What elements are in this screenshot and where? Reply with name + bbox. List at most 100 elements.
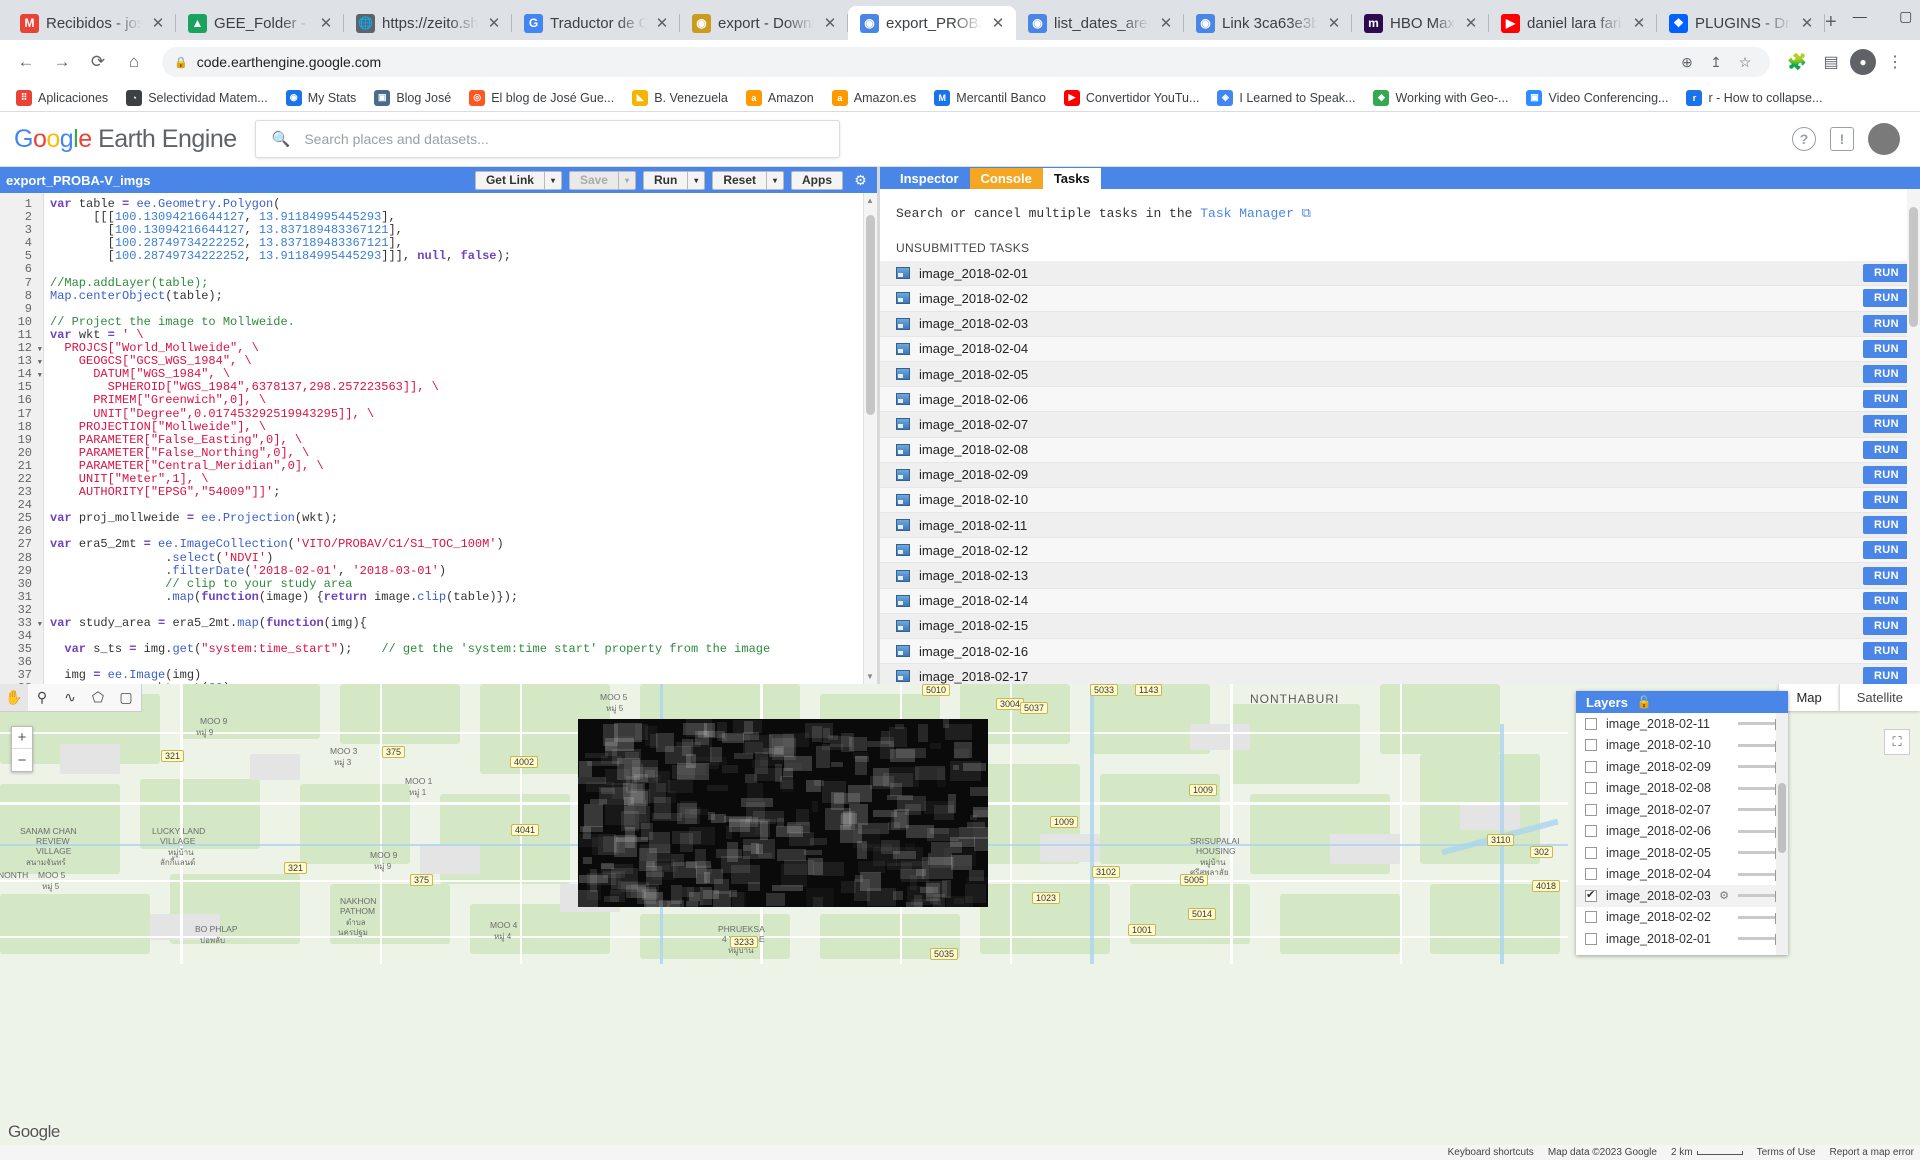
layer-checkbox[interactable] bbox=[1585, 825, 1597, 838]
browser-tab[interactable]: M Recibidos - jose ✕ bbox=[8, 6, 176, 40]
point-marker-icon[interactable]: ⚲ bbox=[28, 684, 56, 711]
task-row[interactable]: image_2018-02-17 RUN bbox=[880, 664, 1920, 684]
layers-scrollbar[interactable] bbox=[1776, 713, 1788, 955]
bookmark-item[interactable]: ▶ Convertidor YouTu... bbox=[1056, 87, 1208, 109]
task-run-button[interactable]: RUN bbox=[1862, 339, 1910, 358]
bookmark-item[interactable]: r r - How to collapse... bbox=[1678, 87, 1830, 109]
star-icon[interactable]: ☆ bbox=[1732, 49, 1758, 75]
code-line[interactable]: var study_area = era5_2mt.map(function(i… bbox=[50, 616, 877, 630]
task-row[interactable]: image_2018-02-15 RUN bbox=[880, 613, 1920, 639]
close-tab-button[interactable]: ✕ bbox=[317, 14, 335, 32]
home-button[interactable]: ⌂ bbox=[118, 46, 150, 78]
task-run-button[interactable]: RUN bbox=[1862, 642, 1910, 661]
bookmark-item[interactable]: ⠿ Aplicaciones bbox=[8, 87, 116, 109]
scroll-up-arrow[interactable]: ▲ bbox=[866, 196, 874, 205]
task-run-button[interactable]: RUN bbox=[1862, 490, 1910, 509]
browser-tab[interactable]: ◉ export_PROBA-V ✕ bbox=[848, 6, 1016, 40]
code-line[interactable]: Map.centerObject(table); bbox=[50, 289, 877, 303]
browser-tab[interactable]: ◉ export - Downlo ✕ bbox=[680, 6, 848, 40]
user-avatar[interactable] bbox=[1868, 123, 1900, 155]
new-tab-button[interactable]: + bbox=[1825, 7, 1837, 37]
task-run-button[interactable]: RUN bbox=[1862, 289, 1910, 308]
code-line[interactable]: .map(function(image) {return image.clip(… bbox=[50, 590, 877, 604]
layer-checkbox[interactable] bbox=[1585, 911, 1597, 924]
layer-row[interactable]: image_2018-02-10 bbox=[1576, 735, 1788, 757]
terms-of-use-link[interactable]: Terms of Use bbox=[1757, 1147, 1816, 1158]
run-caret[interactable]: ▾ bbox=[688, 170, 706, 190]
layer-row[interactable]: image_2018-02-07 bbox=[1576, 799, 1788, 821]
layer-checkbox[interactable] bbox=[1585, 760, 1597, 773]
task-row[interactable]: image_2018-02-08 RUN bbox=[880, 437, 1920, 463]
rectangle-icon[interactable]: ▢ bbox=[112, 684, 140, 711]
zoom-in-button[interactable]: + bbox=[12, 727, 32, 749]
polygon-icon[interactable]: ⬠ bbox=[84, 684, 112, 711]
editor-scrollbar-thumb[interactable] bbox=[866, 215, 875, 415]
bookmark-item[interactable]: a Amazon bbox=[738, 87, 822, 109]
layer-row[interactable]: image_2018-02-06 bbox=[1576, 821, 1788, 843]
browser-tab[interactable]: ▲ GEE_Folder - Go ✕ bbox=[176, 6, 344, 40]
reset-button[interactable]: Reset bbox=[712, 170, 767, 190]
task-row[interactable]: image_2018-02-03 RUN bbox=[880, 311, 1920, 337]
layer-checkbox[interactable] bbox=[1585, 888, 1597, 902]
tab-inspector[interactable]: Inspector bbox=[889, 168, 970, 189]
task-run-button[interactable]: RUN bbox=[1862, 415, 1910, 434]
task-row[interactable]: image_2018-02-14 RUN bbox=[880, 588, 1920, 614]
task-row[interactable]: image_2018-02-06 RUN bbox=[880, 387, 1920, 413]
minimize-button[interactable]: — bbox=[1837, 0, 1883, 32]
close-tab-button[interactable]: ✕ bbox=[1157, 14, 1175, 32]
scroll-down-arrow[interactable]: ▼ bbox=[866, 672, 874, 681]
task-run-button[interactable]: RUN bbox=[1862, 465, 1910, 484]
search-bar[interactable]: 🔍 Search places and datasets... bbox=[254, 120, 840, 158]
get-link-caret[interactable]: ▾ bbox=[544, 170, 562, 190]
task-run-button[interactable]: RUN bbox=[1862, 264, 1910, 283]
layer-row[interactable]: image_2018-02-05 bbox=[1576, 842, 1788, 864]
code-line[interactable]: // Project the image to Mollweide. bbox=[50, 315, 877, 329]
layer-row[interactable]: image_2018-02-01 bbox=[1576, 928, 1788, 950]
address-bar[interactable]: 🔒 code.earthengine.google.com ⊕ ↥ ☆ bbox=[162, 47, 1770, 77]
close-tab-button[interactable]: ✕ bbox=[1462, 14, 1480, 32]
layer-row[interactable]: image_2018-02-02 bbox=[1576, 907, 1788, 929]
unlock-icon[interactable]: 🔓 bbox=[1637, 695, 1652, 709]
task-row[interactable]: image_2018-02-16 RUN bbox=[880, 639, 1920, 665]
close-tab-button[interactable]: ✕ bbox=[485, 14, 503, 32]
share-icon[interactable]: ↥ bbox=[1703, 49, 1729, 75]
task-row[interactable]: image_2018-02-11 RUN bbox=[880, 513, 1920, 539]
task-row[interactable]: image_2018-02-09 RUN bbox=[880, 462, 1920, 488]
line-icon[interactable]: ∿ bbox=[56, 684, 84, 711]
keyboard-shortcuts-link[interactable]: Keyboard shortcuts bbox=[1448, 1147, 1534, 1158]
layer-row[interactable]: image_2018-02-04 bbox=[1576, 864, 1788, 886]
map-view[interactable]: NONTHABURI MOO 9 หมู่ 9 MOO 5 หมู่ 5 MOO 3 หมู… bbox=[0, 684, 1920, 1160]
task-row[interactable]: image_2018-02-05 RUN bbox=[880, 361, 1920, 388]
task-row[interactable]: image_2018-02-13 RUN bbox=[880, 563, 1920, 589]
fullscreen-icon[interactable]: ⛶ bbox=[1884, 729, 1910, 755]
bookmark-item[interactable]: ◆ Working with Geo-... bbox=[1365, 87, 1516, 109]
task-run-button[interactable]: RUN bbox=[1862, 566, 1910, 585]
layers-list[interactable]: image_2018-02-11 image_2018-02-10 image_20… bbox=[1576, 713, 1788, 955]
zoom-icon[interactable]: ⊕ bbox=[1674, 49, 1700, 75]
bookmark-item[interactable]: ◔ Selectividad Matem... bbox=[118, 87, 276, 109]
layer-row[interactable]: image_2018-02-03 ⚙ bbox=[1576, 885, 1788, 907]
bookmark-item[interactable]: ◣ B. Venezuela bbox=[624, 87, 736, 109]
code-line[interactable]: var proj_mollweide = ee.Projection(wkt); bbox=[50, 512, 877, 525]
code-line[interactable]: [100.28749734222252, 13.91184995445293]]… bbox=[50, 250, 877, 263]
reset-caret[interactable]: ▾ bbox=[767, 170, 784, 190]
task-row[interactable]: image_2018-02-04 RUN bbox=[880, 336, 1920, 362]
task-row[interactable]: image_2018-02-10 RUN bbox=[880, 487, 1920, 514]
external-link-icon[interactable]: ⧉ bbox=[1294, 206, 1311, 221]
browser-tab[interactable]: ❖ PLUGINS - Drop ✕ bbox=[1657, 6, 1826, 40]
task-run-button[interactable]: RUN bbox=[1862, 616, 1910, 635]
close-tab-button[interactable]: ✕ bbox=[1630, 14, 1648, 32]
task-run-button[interactable]: RUN bbox=[1862, 541, 1910, 560]
bookmark-item[interactable]: ▣ Video Conferencing... bbox=[1518, 87, 1676, 109]
close-tab-button[interactable]: ✕ bbox=[1798, 14, 1816, 32]
report-map-error-link[interactable]: Report a map error bbox=[1830, 1147, 1914, 1158]
layer-checkbox[interactable] bbox=[1585, 782, 1597, 795]
sidepanel-icon[interactable]: ▤ bbox=[1816, 47, 1846, 77]
save-button[interactable]: Save bbox=[568, 170, 619, 190]
tab-tasks[interactable]: Tasks bbox=[1042, 168, 1101, 189]
task-row[interactable]: image_2018-02-12 RUN bbox=[880, 538, 1920, 564]
layer-checkbox[interactable] bbox=[1585, 803, 1597, 816]
browser-tab[interactable]: m HBO Max ✕ bbox=[1352, 6, 1490, 40]
browser-tab[interactable]: ▶ daniel lara farias ✕ bbox=[1489, 6, 1658, 40]
layer-row[interactable]: image_2018-02-09 bbox=[1576, 756, 1788, 778]
